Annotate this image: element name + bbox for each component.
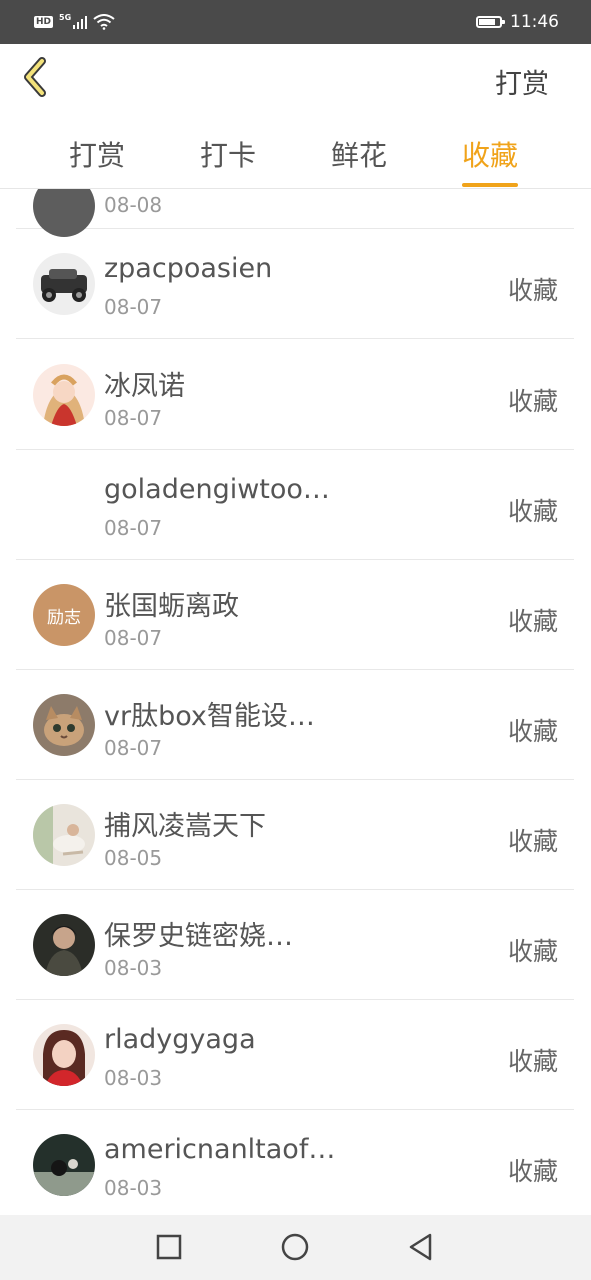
avatar bbox=[33, 694, 95, 756]
item-date: 08-07 bbox=[104, 736, 163, 760]
tab-flowers[interactable]: 鲜花 bbox=[331, 134, 387, 174]
triangle-back-icon bbox=[409, 1233, 432, 1261]
chevron-left-icon bbox=[24, 57, 46, 97]
status-bar: HD 5G 11:46 bbox=[0, 0, 591, 44]
battery-level bbox=[479, 19, 495, 25]
header: 打赏 bbox=[0, 44, 591, 120]
tab-bar: 打赏 打卡 鲜花 收藏 bbox=[0, 120, 591, 189]
active-tab-indicator bbox=[462, 183, 519, 187]
item-action: 收藏 bbox=[507, 387, 558, 416]
status-left: HD 5G bbox=[34, 12, 115, 30]
square-icon bbox=[156, 1234, 182, 1260]
item-name: zpacpoasien bbox=[104, 253, 273, 284]
avatar bbox=[33, 1024, 95, 1086]
list-item[interactable]: 捕风凌嵩天下 08-05 收藏 bbox=[16, 780, 574, 890]
item-name: 保罗史链密娆… bbox=[104, 921, 293, 952]
item-action: 收藏 bbox=[507, 1157, 558, 1186]
tab-label: 打赏 bbox=[69, 139, 126, 172]
list-item[interactable]: vr肽box智能设… 08-07 收藏 bbox=[16, 670, 574, 780]
item-action: 收藏 bbox=[507, 607, 558, 636]
avatar bbox=[33, 1134, 95, 1196]
tab-favorites[interactable]: 收藏 bbox=[462, 134, 519, 187]
back-nav-button[interactable] bbox=[406, 1232, 436, 1262]
list-item[interactable]: goladengiwtoo… 08-07 收藏 bbox=[16, 450, 574, 560]
item-date: 08-08 bbox=[104, 193, 163, 217]
screen: HD 5G 11:46 打赏 打赏 打卡 鲜花 收藏 08-08 zpacpoa… bbox=[0, 0, 591, 1280]
avatar: 励志 bbox=[33, 584, 95, 646]
battery-icon bbox=[476, 16, 505, 28]
tab-reward[interactable]: 打赏 bbox=[69, 134, 125, 174]
favorites-list: 08-08 zpacpoasien 08-07 收藏 冰凤诺 08-07 收藏 … bbox=[0, 189, 591, 1215]
circle-icon bbox=[281, 1233, 309, 1261]
list-item[interactable]: zpacpoasien 08-07 收藏 bbox=[16, 229, 574, 339]
network-type: 5G bbox=[59, 12, 72, 22]
list-item[interactable]: americnanltaof… 08-03 收藏 bbox=[16, 1110, 574, 1215]
item-date: 08-03 bbox=[104, 1066, 163, 1090]
item-name: 捕风凌嵩天下 bbox=[104, 811, 266, 842]
item-date: 08-07 bbox=[104, 295, 163, 319]
list-item[interactable]: 08-08 bbox=[16, 189, 574, 237]
recent-apps-button[interactable] bbox=[154, 1232, 184, 1262]
system-nav-bar bbox=[0, 1215, 591, 1280]
home-button[interactable] bbox=[280, 1232, 310, 1262]
list-item[interactable]: 冰凤诺 08-07 收藏 bbox=[16, 340, 574, 450]
hd-icon: HD bbox=[34, 16, 54, 28]
wifi-icon bbox=[93, 14, 115, 30]
item-action: 收藏 bbox=[507, 1047, 558, 1076]
list-item[interactable]: rladygyaga 08-03 收藏 bbox=[16, 1000, 574, 1110]
list-item[interactable]: 保罗史链密娆… 08-03 收藏 bbox=[16, 890, 574, 1000]
item-action: 收藏 bbox=[507, 827, 558, 856]
signal-icon bbox=[73, 15, 88, 29]
tab-checkin[interactable]: 打卡 bbox=[200, 134, 256, 174]
tab-label: 鲜花 bbox=[331, 139, 388, 172]
item-date: 08-03 bbox=[104, 1176, 163, 1200]
tab-label: 收藏 bbox=[462, 139, 519, 172]
item-date: 08-07 bbox=[104, 626, 163, 650]
item-action: 收藏 bbox=[507, 276, 558, 305]
item-date: 08-07 bbox=[104, 516, 163, 540]
tab-label: 打卡 bbox=[200, 139, 257, 172]
item-name: 张国蛎离政 bbox=[104, 591, 239, 622]
item-date: 08-03 bbox=[104, 956, 163, 980]
avatar bbox=[33, 914, 95, 976]
item-date: 08-05 bbox=[104, 846, 163, 870]
avatar-text: 励志 bbox=[47, 607, 81, 628]
avatar bbox=[33, 253, 95, 315]
clock: 11:46 bbox=[510, 12, 559, 32]
reward-button[interactable]: 打赏 bbox=[495, 62, 549, 101]
avatar bbox=[33, 804, 95, 866]
item-name: vr肽box智能设… bbox=[104, 701, 315, 732]
item-action: 收藏 bbox=[507, 497, 558, 526]
avatar bbox=[33, 364, 95, 426]
item-action: 收藏 bbox=[507, 717, 558, 746]
back-button[interactable] bbox=[18, 56, 64, 102]
item-name: rladygyaga bbox=[104, 1024, 256, 1055]
status-right: 11:46 bbox=[476, 12, 559, 32]
item-date: 08-07 bbox=[104, 406, 163, 430]
item-name: americnanltaof… bbox=[104, 1134, 336, 1165]
item-action: 收藏 bbox=[507, 937, 558, 966]
item-name: goladengiwtoo… bbox=[104, 474, 330, 505]
item-name: 冰凤诺 bbox=[104, 371, 185, 402]
list-item[interactable]: 励志 张国蛎离政 08-07 收藏 bbox=[16, 560, 574, 670]
